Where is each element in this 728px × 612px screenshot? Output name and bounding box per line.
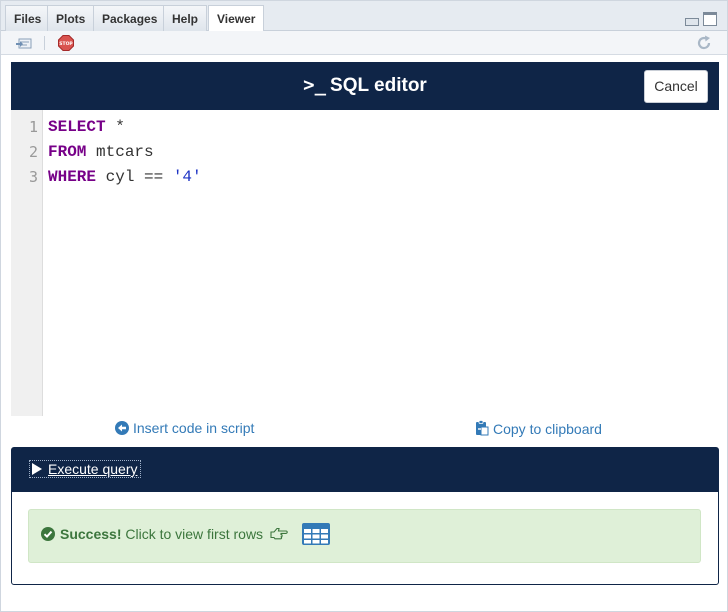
sql-keyword: FROM (48, 143, 87, 161)
page-title: SQL editor (330, 75, 427, 96)
minimize-pane-button[interactable] (685, 18, 699, 26)
stop-icon-label: STOP (59, 41, 73, 47)
success-detail-text: Click to view first rows (121, 526, 264, 542)
viewer-pane: Files Plots Packages Help Viewer STOP >_… (0, 0, 728, 612)
sql-editor-title: >_ SQL editor (11, 74, 719, 97)
line-number: 2 (28, 143, 38, 161)
execute-query-button[interactable]: Execute query (29, 460, 141, 478)
sql-keyword: WHERE (48, 168, 97, 186)
success-strong-text: Success! (60, 526, 122, 542)
arrow-circle-left-icon (115, 421, 129, 438)
code-line: WHERE cyl == '4' (48, 168, 202, 186)
code-line: FROM mtcars (48, 143, 154, 161)
copy-clipboard-label: Copy to clipboard (493, 421, 602, 437)
refresh-icon[interactable] (695, 34, 713, 55)
code-text: * (105, 118, 125, 136)
window-controls (685, 12, 717, 26)
maximize-pane-button[interactable] (703, 12, 717, 26)
export-icon[interactable] (15, 36, 33, 53)
tab-packages[interactable]: Packages (93, 5, 167, 31)
sql-string-literal: '4' (172, 168, 202, 186)
terminal-prompt-icon: >_ (303, 74, 327, 96)
line-number: 3 (28, 168, 38, 186)
execute-query-label: Execute query (48, 461, 138, 477)
insert-code-label: Insert code in script (133, 420, 255, 436)
code-text: mtcars (86, 143, 154, 161)
tab-help[interactable]: Help (163, 5, 208, 31)
hand-point-right-icon (270, 527, 288, 543)
copy-clipboard-button[interactable]: Copy to clipboard (475, 420, 602, 439)
sql-editor-header: >_ SQL editor Cancel (11, 62, 719, 110)
line-number-gutter: 1 2 3 (11, 110, 43, 416)
sql-code-editor[interactable]: 1 2 3 SELECT * FROM mtcars WHERE cyl == … (11, 110, 719, 416)
play-icon (32, 463, 42, 475)
result-panel-header: Execute query (12, 448, 718, 492)
success-alert[interactable]: Success! Click to view first rows (28, 509, 701, 563)
success-message: Success! Click to view first rows (41, 526, 288, 544)
viewer-toolbar: STOP (1, 31, 727, 55)
code-line: SELECT * (48, 118, 125, 136)
code-text: cyl == (96, 168, 173, 186)
insert-code-button[interactable]: Insert code in script (115, 420, 254, 438)
tab-viewer[interactable]: Viewer (208, 5, 265, 32)
tab-plots[interactable]: Plots (47, 5, 95, 31)
toolbar-separator (44, 36, 45, 50)
tab-files[interactable]: Files (5, 5, 51, 31)
line-number: 1 (28, 118, 38, 136)
editor-actions: Insert code in script Copy to clipboard (11, 416, 719, 442)
stop-icon[interactable]: STOP (58, 35, 74, 54)
table-icon[interactable] (301, 522, 331, 549)
query-result-panel: Execute query Success! Click to view fir… (11, 447, 719, 585)
sql-keyword: SELECT (48, 118, 106, 136)
clipboard-icon (475, 420, 489, 439)
cancel-button[interactable]: Cancel (644, 70, 708, 103)
pane-tab-bar: Files Plots Packages Help Viewer (1, 1, 727, 32)
check-circle-icon (41, 527, 55, 544)
